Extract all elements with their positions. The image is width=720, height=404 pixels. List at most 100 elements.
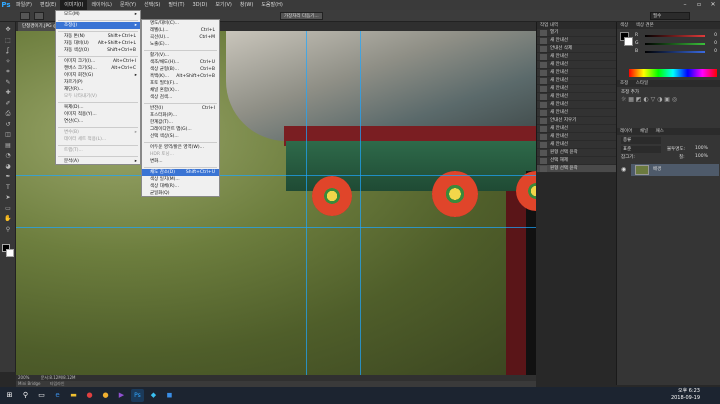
menu-item[interactable]: 선택 색상(S)... xyxy=(142,133,219,140)
channel-value[interactable]: 0 xyxy=(714,48,717,56)
channel-slider[interactable] xyxy=(645,43,705,45)
windows-start-icon[interactable]: ⊞ xyxy=(3,389,16,402)
menu-item[interactable]: 색상 검색... xyxy=(142,94,219,101)
tab-adjustments[interactable]: 조정 xyxy=(620,81,628,86)
eraser-icon[interactable]: ◫ xyxy=(3,131,13,139)
layer-row-background[interactable]: ◉ 배경 xyxy=(621,164,719,176)
menu-item[interactable]: 반전(I) Ctrl+I xyxy=(142,105,219,112)
eyedropper-icon[interactable]: ✎ xyxy=(3,79,13,87)
tab-paths[interactable]: 패스 xyxy=(656,129,664,134)
layer-kind-filter[interactable]: 종류 xyxy=(621,137,661,144)
workspace-select[interactable]: 필수 xyxy=(650,12,690,20)
history-tab[interactable]: 작업 내역 xyxy=(537,22,616,29)
channel-value[interactable]: 0 xyxy=(714,32,717,40)
new-selection-icon[interactable] xyxy=(34,12,44,20)
menu-item[interactable]: 편집(E) xyxy=(36,0,60,10)
minimize-icon[interactable]: – xyxy=(678,0,692,10)
opacity-value[interactable]: 100% xyxy=(695,146,708,151)
menu-item[interactable]: 이미지 적용(Y)... xyxy=(56,111,140,118)
menu-item[interactable]: 창(W) xyxy=(236,0,257,10)
history-item[interactable]: 새 안내선 xyxy=(537,141,616,149)
history-item[interactable]: 새 안내선 xyxy=(537,125,616,133)
restore-icon[interactable]: ▫ xyxy=(692,0,706,10)
menu-item[interactable]: 색조/채도(H)... Ctrl+U xyxy=(142,59,219,66)
guide-vertical[interactable] xyxy=(306,31,307,375)
history-item[interactable]: 선택 해제 xyxy=(537,157,616,165)
app-icon[interactable]: ● xyxy=(99,389,112,402)
app-icon[interactable]: ◆ xyxy=(147,389,160,402)
crop-icon[interactable]: ⌗ xyxy=(3,68,13,76)
menu-item[interactable]: 흑백(K)... Alt+Shift+Ctrl+B xyxy=(142,73,219,80)
menu-item[interactable]: 복제(D)... xyxy=(56,104,140,111)
menu-item[interactable]: 자동 톤(N) Shift+Ctrl+L xyxy=(56,33,140,40)
clone-stamp-icon[interactable]: ⎙ xyxy=(3,110,13,118)
toolbar-background-swatch[interactable] xyxy=(6,249,14,257)
fill-value[interactable]: 100% xyxy=(695,154,708,159)
history-item[interactable]: 새 안내선 xyxy=(537,101,616,109)
menu-item[interactable]: 선택(S) xyxy=(140,0,164,10)
brush-icon[interactable]: ✐ xyxy=(3,100,13,108)
history-brush-icon[interactable]: ↺ xyxy=(3,121,13,129)
menu-item[interactable]: 연산(C)... xyxy=(56,118,140,125)
menu-item[interactable]: 캔버스 크기(S)... Alt+Ctrl+C xyxy=(56,65,140,72)
tab-swatches[interactable]: 색상 견본 xyxy=(636,23,654,28)
pen-icon[interactable]: ✒ xyxy=(3,173,13,181)
menu-item[interactable]: 레이어(L) xyxy=(87,0,116,10)
guide-vertical[interactable] xyxy=(360,31,361,375)
menu-item[interactable]: 포스터화(P)... xyxy=(142,112,219,119)
blur-icon[interactable]: ◔ xyxy=(3,152,13,160)
gradient-icon[interactable]: ▤ xyxy=(3,142,13,150)
dodge-icon[interactable]: ◕ xyxy=(3,163,13,171)
menu-item[interactable]: 채도 감소(D) Shift+Ctrl+U xyxy=(142,169,219,176)
menu-item[interactable]: 포토 필터(F)... xyxy=(142,80,219,87)
menu-item[interactable]: 한계값(T)... xyxy=(142,119,219,126)
move-icon[interactable]: ✥ xyxy=(3,26,13,34)
history-item[interactable]: 새 안내선 xyxy=(537,61,616,69)
eye-icon[interactable]: ◉ xyxy=(621,164,626,176)
history-item[interactable]: 원형 선택 윤곽 xyxy=(537,165,616,173)
history-item[interactable]: 새 안내선 xyxy=(537,109,616,117)
history-item[interactable]: 새 안내선 xyxy=(537,53,616,61)
history-item[interactable]: 열기 xyxy=(537,29,616,37)
color-spectrum[interactable] xyxy=(629,69,717,77)
path-select-icon[interactable]: ➤ xyxy=(3,194,13,202)
marquee-icon[interactable]: ⬚ xyxy=(3,37,13,45)
menu-item[interactable]: 노출(E)... xyxy=(142,41,219,48)
channel-value[interactable]: 0 xyxy=(714,40,717,48)
history-item[interactable]: 새 안내선 xyxy=(537,37,616,45)
channel-slider[interactable] xyxy=(645,35,705,37)
color-slider-row[interactable]: B0 xyxy=(617,48,720,56)
history-item[interactable]: 원형 선택 윤곽 xyxy=(537,149,616,157)
type-icon[interactable]: T xyxy=(3,184,13,192)
visual-studio-icon[interactable]: ▶ xyxy=(115,389,128,402)
menu-item[interactable]: 레벨(L)... Ctrl+L xyxy=(142,27,219,34)
marquee-tool-icon[interactable] xyxy=(20,12,30,20)
menu-item[interactable]: 색상 일치(M)... xyxy=(142,176,219,183)
guide-horizontal[interactable] xyxy=(16,175,536,176)
menu-item[interactable]: 이미지 크기(I)... Alt+Ctrl+I xyxy=(56,58,140,65)
close-icon[interactable]: ✕ xyxy=(706,0,720,10)
history-item[interactable]: 새 안내선 xyxy=(537,69,616,77)
hand-icon[interactable]: ✋ xyxy=(3,215,13,223)
menu-item[interactable]: 색상 대체(R)... xyxy=(142,183,219,190)
menu-item[interactable]: 채널 혼합(X)... xyxy=(142,87,219,94)
history-item[interactable]: 새 안내선 xyxy=(537,77,616,85)
edge-icon[interactable]: e xyxy=(51,389,64,402)
tab-layers[interactable]: 레이어 xyxy=(620,129,632,134)
color-slider-row[interactable]: R0 xyxy=(617,32,720,40)
menu-item[interactable]: 분석(A) ▸ xyxy=(56,158,140,165)
history-item[interactable]: 안내선 지우기 xyxy=(537,117,616,125)
menu-item[interactable]: 이미지 회전(G) ▸ xyxy=(56,72,140,79)
menu-item[interactable]: 파일(F) xyxy=(12,0,36,10)
tab-channels[interactable]: 채널 xyxy=(640,129,648,134)
menu-item[interactable]: 필터(T) xyxy=(164,0,188,10)
menu-item[interactable]: 이미지(I) xyxy=(60,0,88,10)
menu-item[interactable]: 곡선(U)... Ctrl+M xyxy=(142,34,219,41)
menu-item[interactable]: 그레이디언트 맵(G)... xyxy=(142,126,219,133)
shape-icon[interactable]: ▭ xyxy=(3,205,13,213)
menu-item[interactable]: 자동 대비(U) Alt+Shift+Ctrl+L xyxy=(56,40,140,47)
refine-edge-button[interactable]: 가장자리 다듬기... xyxy=(280,12,323,20)
history-item[interactable]: 새 안내선 xyxy=(537,93,616,101)
menu-item[interactable]: 재단(R)... xyxy=(56,86,140,93)
menu-item[interactable]: 어두운 영역/밝은 영역(W)... xyxy=(142,144,219,151)
